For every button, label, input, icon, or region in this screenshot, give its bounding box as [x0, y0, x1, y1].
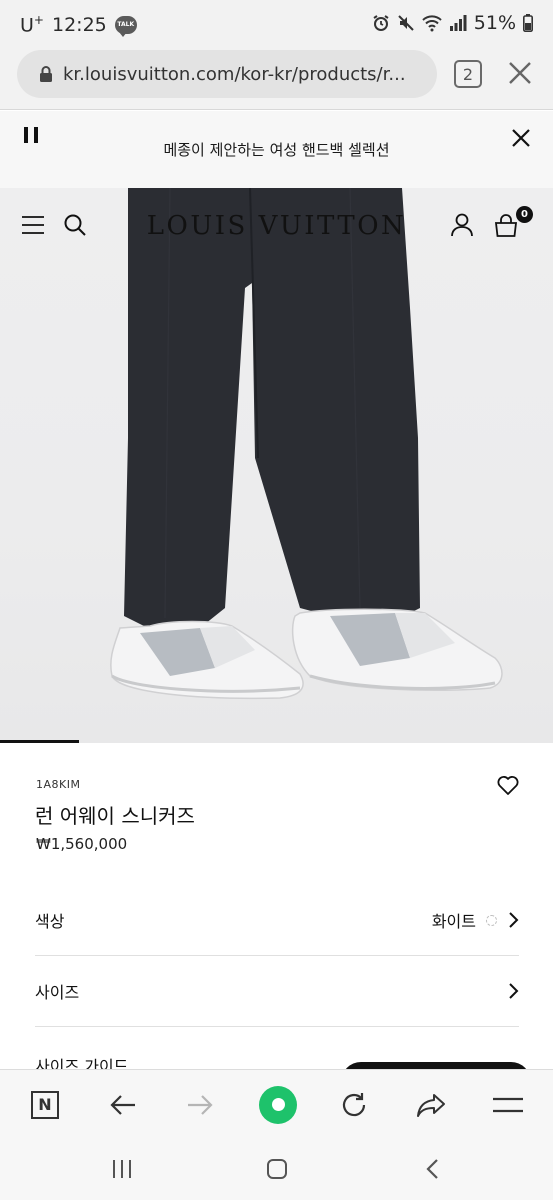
chevron-right-icon [509, 983, 519, 999]
url-text: kr.louisvuitton.com/kor-kr/products/r... [63, 63, 406, 85]
color-swatch [486, 914, 497, 926]
tab-count-button[interactable]: 2 [454, 60, 482, 88]
account-icon[interactable] [451, 213, 473, 237]
product-sku: 1A8KIM [36, 778, 81, 791]
status-bar: U+ 12:25 TALK 51% [0, 0, 553, 50]
product-photo [110, 188, 503, 700]
mute-icon [398, 15, 414, 31]
forward-button[interactable] [170, 1070, 230, 1139]
signal-icon [449, 15, 467, 31]
product-image-carousel[interactable]: LOUIS VUITTON 0 [0, 188, 553, 743]
arrow-left-icon [110, 1094, 135, 1115]
promo-text[interactable]: 메종이 제안하는 여성 핸드백 셀렉션 [0, 139, 553, 160]
product-name: 런 어웨이 스니커즈 [35, 804, 195, 828]
reload-button[interactable] [324, 1070, 384, 1139]
size-guide-link[interactable]: 사이즈 가이드 [35, 1053, 128, 1076]
promo-close-icon[interactable] [511, 128, 531, 148]
wishlist-heart-icon[interactable] [497, 775, 519, 795]
menu-lines-icon [493, 1097, 523, 1112]
battery-icon [523, 14, 533, 32]
green-dot-button[interactable] [248, 1070, 308, 1139]
selected-color-value: 화이트 [431, 912, 476, 931]
size-option-row[interactable]: 사이즈 [35, 956, 519, 1027]
close-icon[interactable] [507, 60, 533, 86]
system-back-icon[interactable] [424, 1158, 440, 1180]
promo-banner: 메종이 제안하는 여성 핸드백 셀렉션 [0, 111, 553, 188]
share-arrow-icon [417, 1093, 445, 1117]
option-label: 색상 [35, 912, 65, 931]
carousel-progress-indicator [0, 740, 79, 743]
status-time: 12:25 [51, 13, 107, 36]
alarm-icon [373, 15, 389, 31]
recent-apps-icon[interactable] [111, 1159, 133, 1179]
kakaotalk-notification-icon: TALK [114, 15, 137, 37]
color-option-row[interactable]: 색상 화이트 [35, 885, 519, 956]
option-label: 사이즈 [35, 983, 80, 1002]
naver-home-button[interactable]: N [15, 1070, 75, 1139]
chevron-right-icon [509, 912, 519, 928]
lock-icon [40, 66, 52, 82]
site-header: LOUIS VUITTON 0 [0, 188, 553, 263]
system-navigation-bar [0, 1138, 553, 1200]
naver-icon: N [31, 1090, 59, 1119]
green-dot-icon [259, 1085, 297, 1124]
bag-count-badge: 0 [516, 206, 533, 223]
home-icon[interactable] [266, 1158, 288, 1180]
browser-url-bar: kr.louisvuitton.com/kor-kr/products/r...… [0, 50, 553, 110]
product-price: ₩1,560,000 [36, 835, 128, 853]
arrow-right-icon [188, 1094, 213, 1115]
shopping-bag-icon[interactable] [494, 214, 518, 238]
reload-icon [342, 1092, 366, 1116]
wifi-icon [422, 15, 442, 32]
address-field[interactable]: kr.louisvuitton.com/kor-kr/products/r... [17, 50, 437, 98]
browser-menu-button[interactable] [478, 1070, 538, 1139]
carrier-label: U+ [20, 13, 44, 37]
browser-toolbar: N [0, 1069, 553, 1138]
back-button[interactable] [93, 1070, 153, 1139]
share-button[interactable] [401, 1070, 461, 1139]
battery-percentage: 51% [473, 12, 516, 34]
